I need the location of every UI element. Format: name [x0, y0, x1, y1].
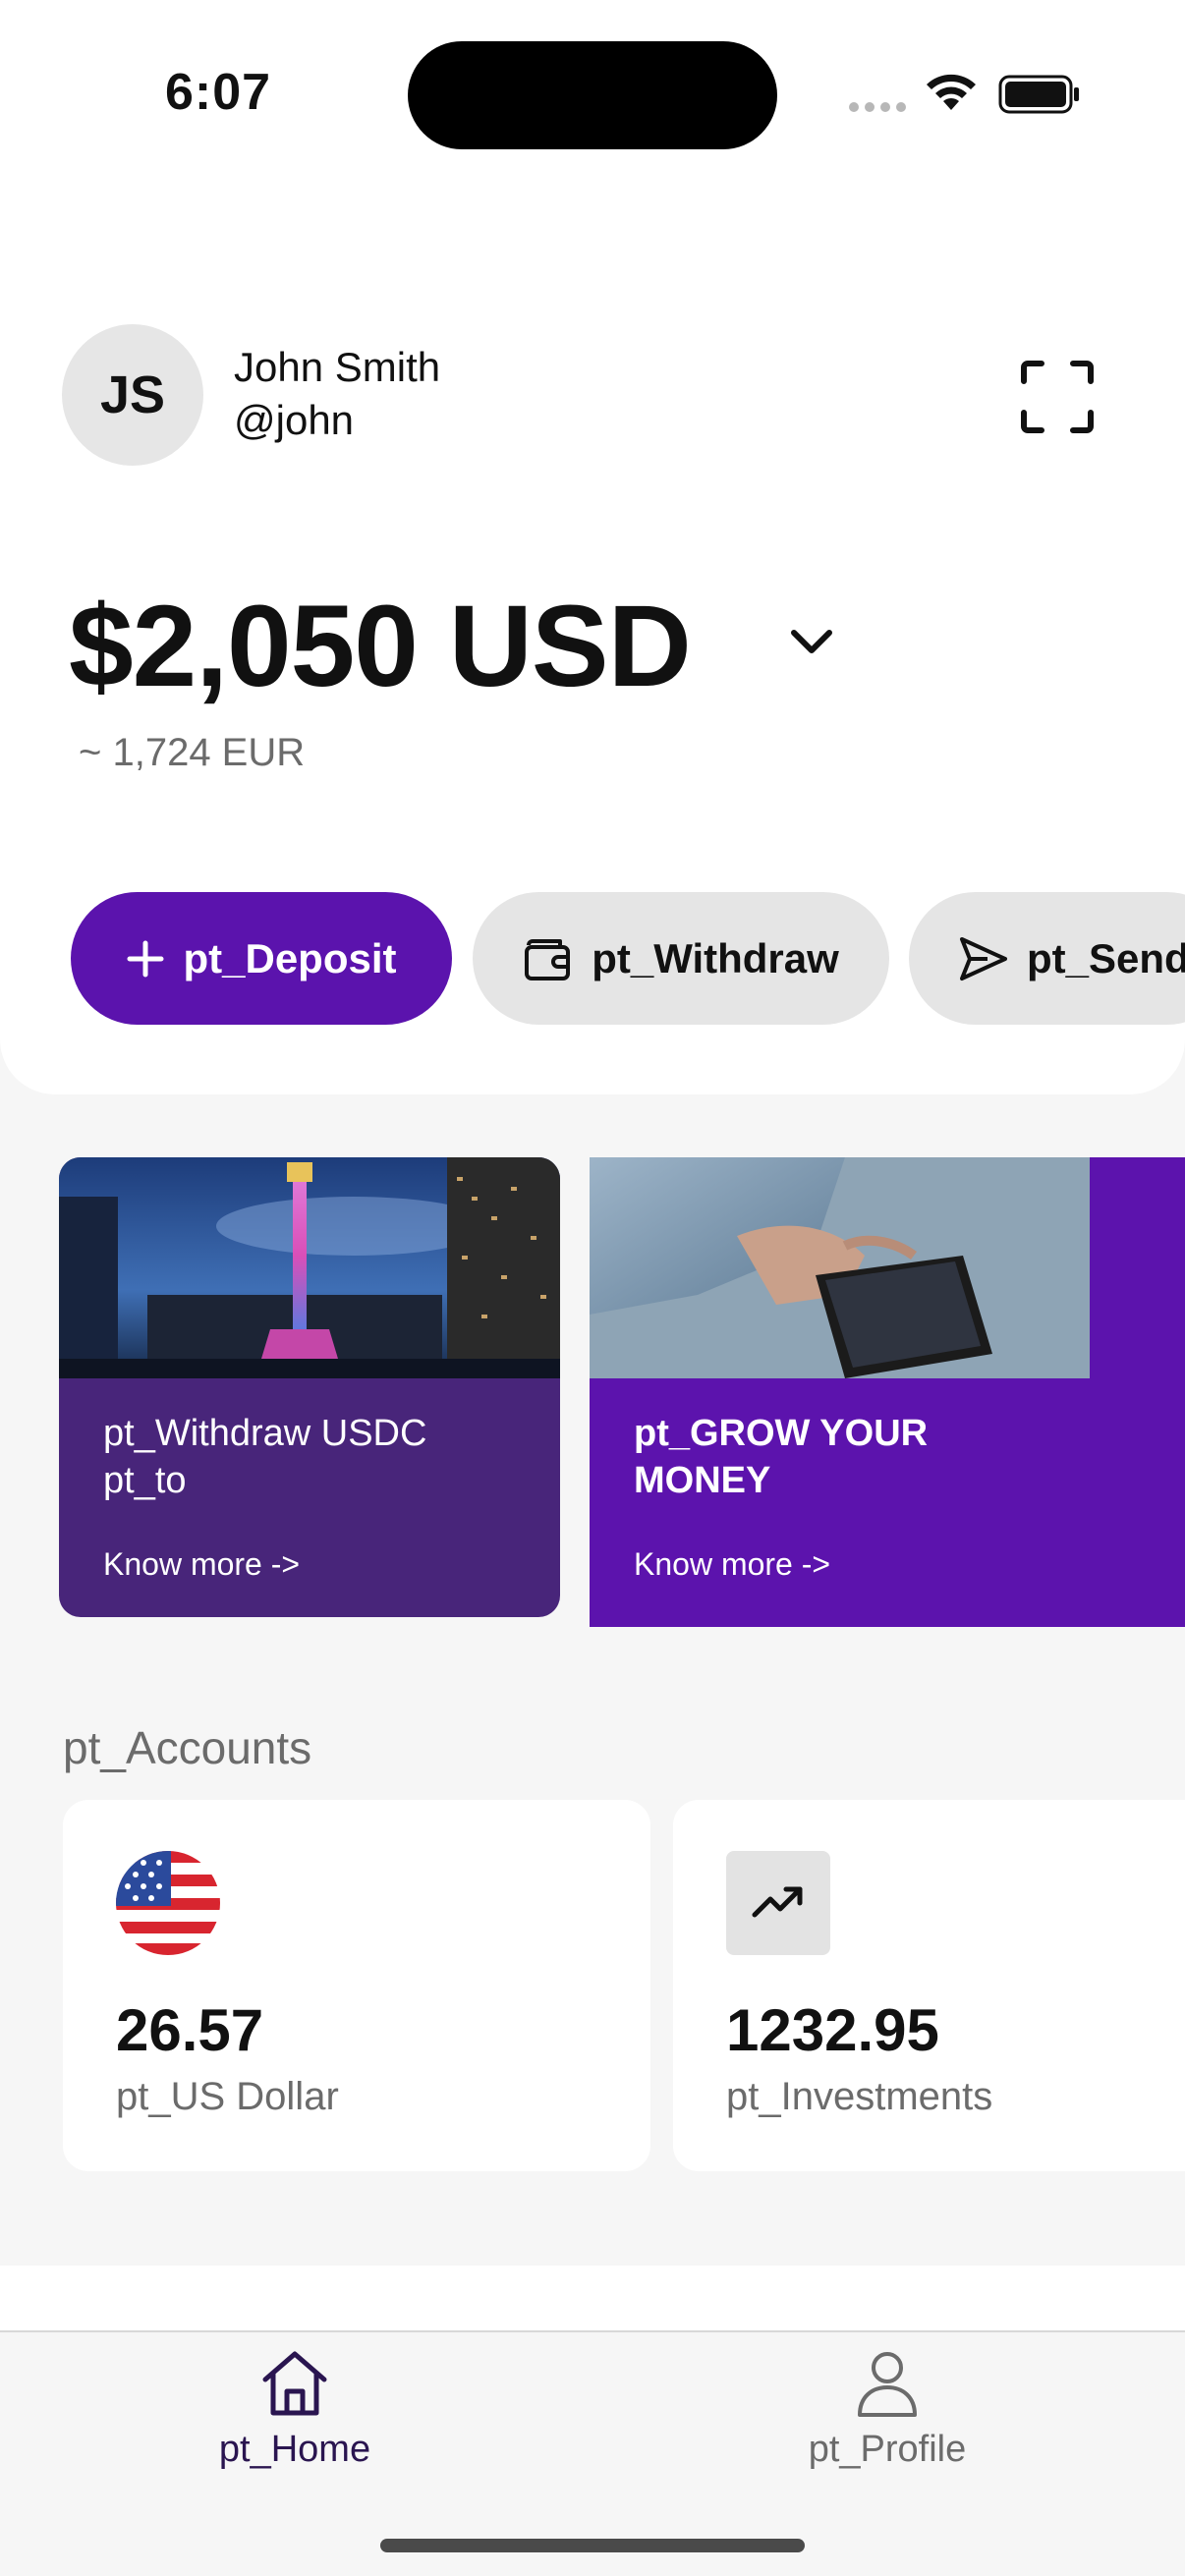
- know-more-link[interactable]: Know more ->: [103, 1546, 300, 1583]
- account-label: pt_Investments: [726, 2075, 993, 2118]
- tab-home[interactable]: pt_Home: [167, 2346, 423, 2471]
- promo-card-withdraw[interactable]: pt_Withdraw USDC pt_to Know more ->: [59, 1157, 560, 1617]
- home-icon: [262, 2351, 327, 2416]
- wifi-icon: [927, 74, 976, 110]
- wallet-icon: [525, 938, 571, 980]
- status-time: 6:07: [165, 64, 272, 121]
- trending-up-icon: [752, 1886, 803, 1918]
- deposit-button[interactable]: pt_Deposit: [71, 892, 452, 1025]
- investment-icon-box: [726, 1851, 830, 1955]
- battery-icon: [998, 75, 1079, 114]
- account-card-investments[interactable]: 1232.95 pt_Investments: [673, 1800, 1185, 2171]
- home-indicator[interactable]: [380, 2539, 805, 2552]
- promo-title-line: pt_to: [103, 1460, 187, 1501]
- send-button[interactable]: pt_Send: [909, 892, 1185, 1025]
- account-balance: 1232.95: [726, 1997, 939, 2063]
- accounts-title: pt_Accounts: [63, 1722, 312, 1773]
- know-more-link[interactable]: Know more ->: [634, 1546, 830, 1583]
- tab-profile-label: pt_Profile: [808, 2429, 967, 2470]
- phone-hand-image: [590, 1157, 1090, 1378]
- account-label: pt_US Dollar: [116, 2075, 339, 2118]
- promo-title-line: MONEY: [634, 1460, 771, 1501]
- scan-qr-icon[interactable]: [1016, 356, 1099, 438]
- plus-icon: [127, 940, 164, 977]
- home-screen: 6:07 JS John Smith @john $2,050 USD ~ 1,…: [0, 0, 1185, 2576]
- withdraw-button[interactable]: pt_Withdraw: [473, 892, 889, 1025]
- withdraw-label: pt_Withdraw: [592, 934, 839, 981]
- user-icon: [858, 2352, 917, 2417]
- deposit-label: pt_Deposit: [183, 934, 397, 981]
- account-balance: 26.57: [116, 1997, 264, 2063]
- promo-title-line: pt_Withdraw USDC: [103, 1413, 427, 1454]
- tab-profile[interactable]: pt_Profile: [760, 2346, 1015, 2471]
- promo-title-line: pt_GROW YOUR: [634, 1413, 929, 1454]
- promo-title: pt_GROW YOUR MONEY: [634, 1410, 928, 1504]
- cellular-signal-icon: [849, 102, 906, 112]
- send-icon: [960, 936, 1007, 980]
- balance-amount: $2,050 USD: [69, 582, 692, 711]
- account-card-usd[interactable]: 26.57 pt_US Dollar: [63, 1800, 650, 2171]
- city-monument-image: [59, 1157, 560, 1378]
- tab-home-label: pt_Home: [218, 2429, 371, 2470]
- dynamic-island: [408, 41, 777, 149]
- send-label: pt_Send: [1027, 934, 1185, 981]
- converted-balance: ~ 1,724 EUR: [79, 731, 306, 774]
- promo-card-grow-money[interactable]: pt_GROW YOUR MONEY Know more ->: [590, 1157, 1185, 1627]
- promo-title: pt_Withdraw USDC pt_to: [103, 1410, 426, 1504]
- chevron-down-icon[interactable]: [786, 615, 837, 666]
- avatar[interactable]: JS: [62, 324, 203, 466]
- user-name: John Smith: [234, 344, 441, 390]
- us-flag-icon: [116, 1851, 220, 1955]
- user-handle: @john: [234, 397, 355, 443]
- content-footer: [0, 2266, 1185, 2334]
